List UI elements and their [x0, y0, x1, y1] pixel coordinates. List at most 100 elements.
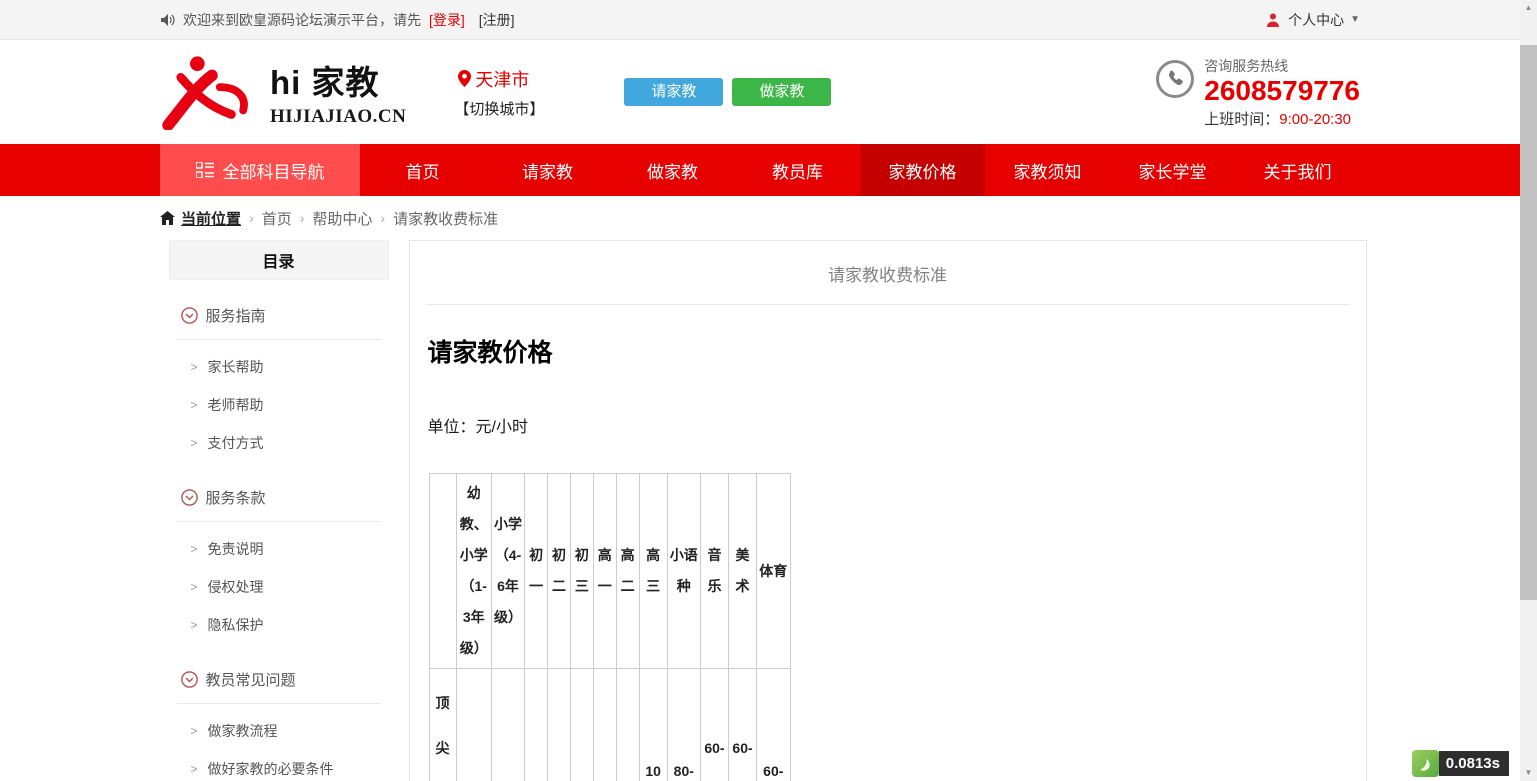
scroll-down-arrow[interactable]: ▼	[1520, 765, 1537, 781]
price-table-header-cell	[429, 474, 456, 669]
price-table-header-cell: 小语种	[667, 474, 700, 669]
sidebar-title: 目录	[169, 240, 389, 280]
logo-domain: HIJIAJIAO.CN	[270, 106, 406, 128]
sidebar-group-tutor-faq[interactable]: 教员常见问题	[169, 644, 389, 703]
hotline-number: 2608579776	[1204, 76, 1360, 106]
circle-chevron-icon	[181, 671, 198, 688]
location-pin-icon	[458, 70, 471, 87]
price-cell: 60	[525, 669, 548, 781]
sidebar-item-tutor-process[interactable]: > 做家教流程	[169, 712, 389, 750]
chevron-right-icon: >	[191, 580, 198, 594]
price-cell: 60-100	[757, 669, 790, 781]
sidebar-item-privacy[interactable]: > 隐私保护	[169, 606, 389, 644]
price-table-data-row: 顶尖学府-金 40 50 60 65 70 80 90 100 80-120 6…	[429, 669, 790, 781]
all-subjects-label: 全部科目导航	[223, 158, 325, 183]
breadcrumb-current-label: 当前位置	[181, 208, 241, 229]
price-table-header-cell: 初三	[570, 474, 593, 669]
sidebar-item-label: 侵权处理	[208, 577, 264, 597]
nav-item-tutor-price[interactable]: 家教价格	[860, 144, 985, 196]
price-cell: 65	[548, 669, 571, 781]
thinkphp-flame-icon[interactable]	[1412, 750, 1439, 777]
all-subjects-nav-button[interactable]: 全部科目导航	[160, 144, 360, 196]
price-table-header-cell: 体育	[757, 474, 790, 669]
register-link[interactable]: [注册]	[479, 10, 515, 30]
sidebar-item-label: 老师帮助	[208, 395, 264, 415]
user-center-menu[interactable]: 个人中心 ▼	[1265, 10, 1360, 30]
price-table-header-cell: 高三	[639, 474, 667, 669]
home-icon	[160, 211, 175, 225]
scroll-thumb[interactable]	[1520, 45, 1537, 600]
breadcrumb-link-help-center[interactable]: 帮助中心	[312, 208, 372, 229]
sidebar-item-label: 做家教流程	[208, 721, 278, 741]
site-logo[interactable]: hi 家教 HIJIAJIAO.CN	[160, 54, 406, 130]
price-table-header-row: 幼教、小学（1-3年级） 小学（4-6年级） 初一 初二 初三 高一 高二 高三…	[429, 474, 790, 669]
chevron-right-icon: >	[191, 618, 198, 632]
sidebar-group-service-guide[interactable]: 服务指南	[169, 280, 389, 339]
scroll-up-arrow[interactable]: ▲	[1520, 0, 1537, 16]
price-table-header-cell: 初二	[548, 474, 571, 669]
hotline-label: 咨询服务热线	[1204, 56, 1360, 76]
chevron-right-icon: >	[191, 398, 198, 412]
hotline-block: 咨询服务热线 2608579776 上班时间：9:00-20:30	[1156, 56, 1360, 129]
sidebar-item-label: 隐私保护	[208, 615, 264, 635]
sidebar-item-tutor-requirements[interactable]: > 做好家教的必要条件	[169, 750, 389, 781]
sidebar-item-infringement[interactable]: > 侵权处理	[169, 568, 389, 606]
sidebar-item-label: 支付方式	[208, 433, 264, 453]
price-table-header-cell: 高一	[593, 474, 616, 669]
price-cell: 60-100	[700, 669, 728, 781]
become-tutor-button[interactable]: 做家教	[732, 78, 831, 106]
sidebar-item-disclaimer[interactable]: > 免责说明	[169, 530, 389, 568]
price-cell: 50	[491, 669, 524, 781]
price-table-header-cell: 高二	[616, 474, 639, 669]
user-icon	[1265, 12, 1281, 28]
price-row-label: 顶尖学府-金	[429, 669, 456, 781]
user-center-label: 个人中心	[1288, 10, 1344, 30]
sidebar-item-label: 免责说明	[208, 539, 264, 559]
sidebar-item-teacher-help[interactable]: > 老师帮助	[169, 386, 389, 424]
breadcrumb-link-home[interactable]: 首页	[262, 208, 292, 229]
unit-label: 单位：元/小时	[428, 413, 1366, 437]
article-panel: 请家教收费标准 请家教价格 单位：元/小时 幼教、小学（1-3年级） 小学（4-…	[409, 240, 1367, 781]
sidebar-group-label: 教员常见问题	[206, 669, 296, 690]
login-link[interactable]: [登录]	[429, 10, 465, 30]
sidebar-item-label: 做好家教的必要条件	[208, 759, 334, 779]
main-nav: 全部科目导航 首页 请家教 做家教 教员库 家教价格 家教须知 家长学堂 关于我…	[0, 144, 1520, 196]
divider	[426, 304, 1350, 305]
page-title: 请家教收费标准	[410, 241, 1366, 304]
price-table-header-cell: 幼教、小学（1-3年级）	[456, 474, 491, 669]
breadcrumb-separator: ›	[380, 210, 385, 226]
nav-item-home[interactable]: 首页	[360, 144, 485, 196]
worktime-label: 上班时间：	[1204, 111, 1279, 128]
sidebar-group-service-terms[interactable]: 服务条款	[169, 462, 389, 521]
chevron-down-icon: ▼	[1350, 14, 1360, 25]
nav-item-hire-tutor[interactable]: 请家教	[485, 144, 610, 196]
nav-item-about-us[interactable]: 关于我们	[1235, 144, 1360, 196]
price-cell: 90	[616, 669, 639, 781]
grid-menu-icon	[196, 162, 214, 178]
logo-figure-icon	[160, 54, 260, 130]
nav-item-parent-school[interactable]: 家长学堂	[1110, 144, 1235, 196]
city-name[interactable]: 天津市	[475, 66, 529, 92]
price-table: 幼教、小学（1-3年级） 小学（4-6年级） 初一 初二 初三 高一 高二 高三…	[429, 473, 791, 781]
current-city[interactable]: 天津市	[454, 66, 544, 92]
sidebar-group-label: 服务指南	[206, 305, 266, 326]
price-cell: 70	[570, 669, 593, 781]
nav-item-become-tutor[interactable]: 做家教	[610, 144, 735, 196]
sidebar-group-label: 服务条款	[206, 487, 266, 508]
sidebar-item-parent-help[interactable]: >家长帮助	[169, 348, 389, 386]
sidebar-toc: 目录 服务指南 >家长帮助 >老师帮助 >支付方式 服务条款 >免责说明 >侵权…	[169, 240, 389, 781]
vertical-scrollbar[interactable]: ▲ ▼	[1520, 0, 1537, 781]
price-cell: 100	[639, 669, 667, 781]
nav-item-tutor-notice[interactable]: 家教须知	[985, 144, 1110, 196]
sidebar-item-payment-method[interactable]: >支付方式	[169, 424, 389, 462]
chevron-right-icon: >	[191, 762, 198, 776]
hire-tutor-button[interactable]: 请家教	[624, 78, 723, 106]
top-bar: 欢迎来到欧皇源码论坛演示平台，请先 [登录] [注册] 个人中心 ▼	[0, 0, 1520, 40]
switch-city-link[interactable]: 【切换城市】	[454, 98, 544, 119]
chevron-right-icon: >	[191, 542, 198, 556]
chevron-right-icon: >	[191, 724, 198, 738]
nav-item-tutor-library[interactable]: 教员库	[735, 144, 860, 196]
price-table-header-cell: 小学（4-6年级）	[491, 474, 524, 669]
price-table-header-cell: 音乐	[700, 474, 728, 669]
price-cell: 80-120	[667, 669, 700, 781]
